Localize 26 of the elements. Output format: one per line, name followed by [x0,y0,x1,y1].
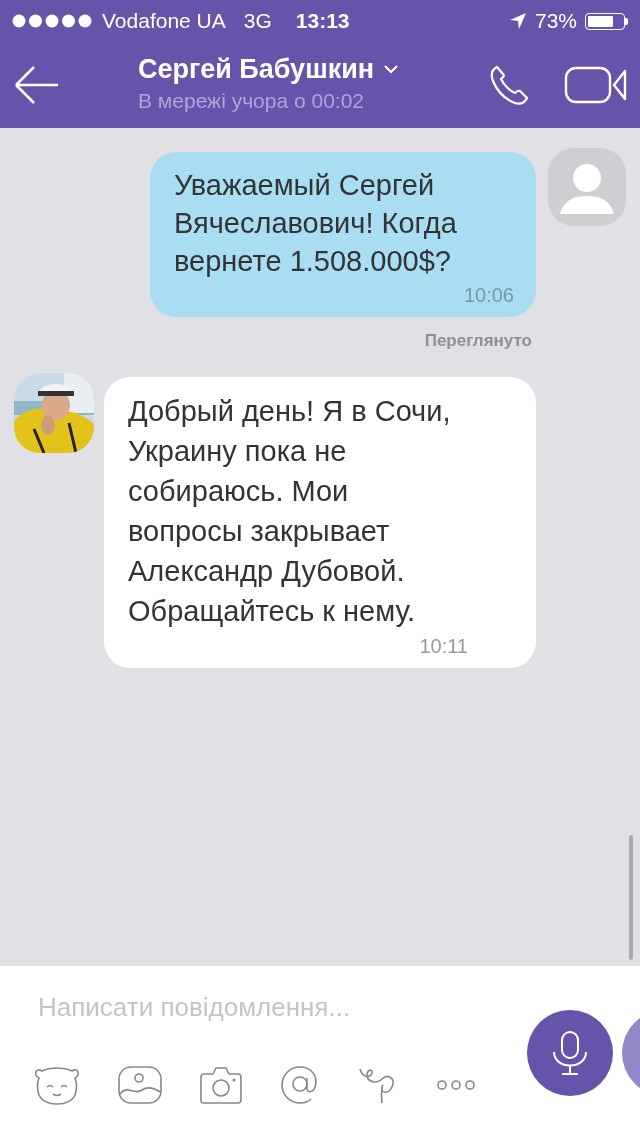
battery-icon [585,12,628,30]
chevron-down-icon[interactable] [384,64,399,74]
back-button[interactable] [14,65,60,105]
scroll-bar[interactable] [629,835,633,960]
network-type: 3G [243,9,272,33]
more-icon[interactable] [436,1079,476,1091]
carrier-name: Vodafone UA [102,9,226,33]
location-arrow-icon [508,12,527,30]
phone-call-button[interactable] [488,64,530,106]
message-time: 10:11 [419,635,468,658]
video-call-button[interactable] [564,64,628,106]
message-time: 10:06 [463,284,514,307]
clock-time: 13:13 [295,9,350,33]
message-text: Добрый день! Я в Сочи, Украину пока не собираюсь. Мои вопросы закрывает Александр Дубовой. Обращайтесь к нему. [128,394,452,629]
microphone-icon [550,1030,590,1076]
at-sign-icon[interactable] [280,1065,320,1105]
battery-percent: 73% [534,9,577,33]
bear-sticker-icon[interactable] [34,1065,80,1105]
message-input-field[interactable]: Написати повідомлення... [34,988,482,1027]
last-seen-status: В мережі учора о 00:02 [138,88,365,113]
contact-name[interactable]: Сергей Бабушкин [138,53,375,85]
read-receipt: Переглянуто [424,331,532,351]
camera-icon[interactable] [200,1066,242,1104]
message-text: Уважаемый Сергей Вячеславович! Когда вернете 1.508.000$? [174,168,458,279]
image-icon[interactable] [118,1066,162,1104]
signal-icon [12,14,94,28]
